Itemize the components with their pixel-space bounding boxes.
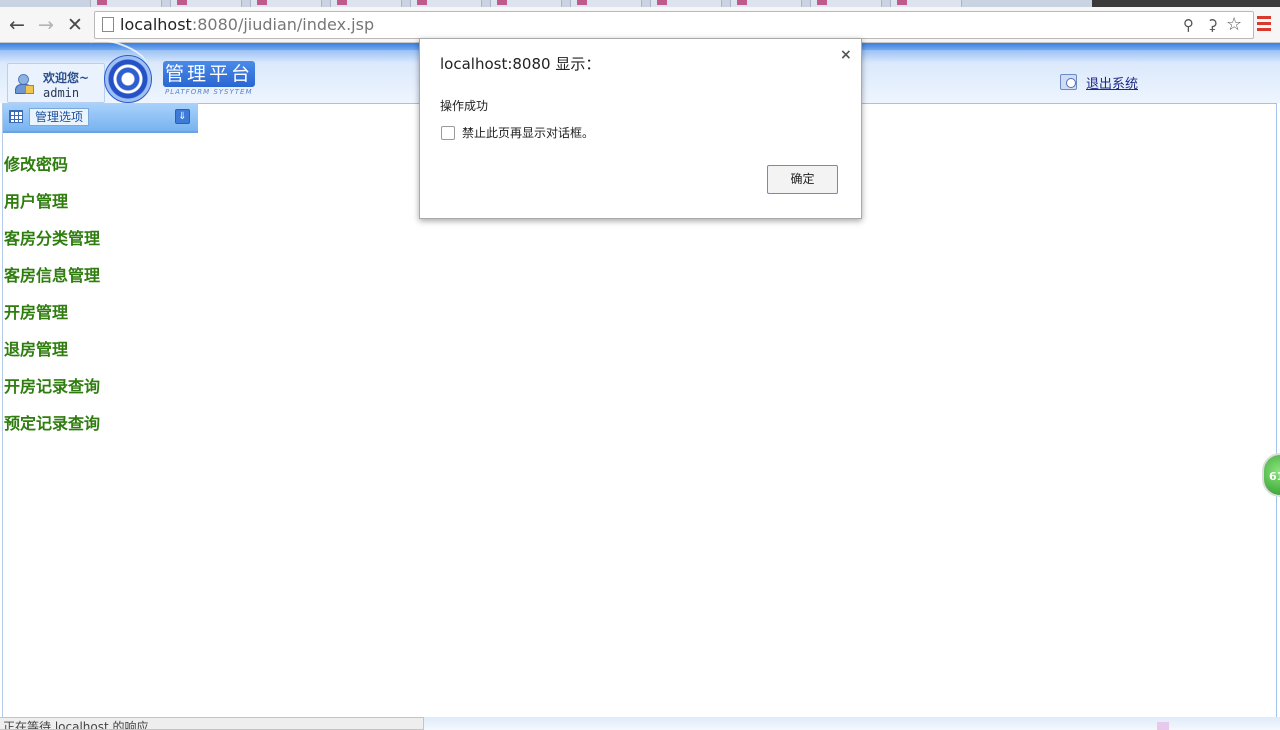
browser-tab[interactable] [250,0,322,7]
welcome-username: admin [43,86,80,100]
logo-subtitle: PLATFORM SYSYTEM [165,88,253,96]
close-icon[interactable]: × [840,47,852,63]
collapse-down-icon[interactable]: ⇓ [175,109,190,124]
forward-arrow-icon[interactable]: → [33,7,59,42]
sidebar-item-change-password[interactable]: 修改密码 [3,146,198,183]
sidebar-item-room-info[interactable]: 客房信息管理 [3,257,198,294]
sidebar-item-room-category[interactable]: 客房分类管理 [3,220,198,257]
logo-icon [104,55,152,103]
dialog-message: 操作成功 [440,99,489,113]
sidebar-item-check-in-records[interactable]: 开房记录查询 [3,368,198,405]
suppress-dialogs-label[interactable]: 禁止此页再显示对话框。 [462,124,594,141]
browser-tab[interactable] [490,0,562,7]
grid-icon [9,110,23,123]
alert-dialog: localhost:8080 显示： × 操作成功 禁止此页再显示对话框。 确定 [419,38,862,219]
zoom-icon[interactable]: ⚲ [1183,12,1194,38]
browser-menu-icon[interactable] [1257,16,1271,32]
logo-title: 管理平台 [163,61,255,87]
decorative-mark [1157,722,1169,730]
tab-strip-background [1092,0,1280,7]
browser-tab[interactable] [170,0,242,7]
ok-button[interactable]: 确定 [767,165,838,194]
logout-link[interactable]: 退出系统 [1086,73,1138,92]
browser-tab-strip [0,0,1280,7]
logout-clock-icon [1060,74,1077,90]
user-icon [14,74,34,94]
back-arrow-icon[interactable]: ← [4,7,30,42]
page-icon [102,17,114,32]
stop-loading-icon[interactable]: ✕ [62,7,88,42]
suppress-dialogs-checkbox[interactable] [441,125,455,140]
browser-tab[interactable] [410,0,482,7]
url-path: :8080/jiudian/index.jsp [191,15,375,34]
browser-tab[interactable] [90,0,162,7]
sidebar-item-user-management[interactable]: 用户管理 [3,183,198,220]
logout-link-group: 退出系统 [1060,73,1138,92]
browser-tab[interactable] [650,0,722,7]
suppress-dialogs-row[interactable]: 禁止此页再显示对话框。 [441,124,594,141]
sidebar-item-reservation-records[interactable]: 预定记录查询 [3,405,198,442]
browser-tab[interactable] [570,0,642,7]
sidebar-item-check-in[interactable]: 开房管理 [3,294,198,331]
url-host: localhost [120,15,192,34]
address-url[interactable]: localhost:8080/jiudian/index.jsp [120,12,374,38]
key-icon[interactable]: ⚳ [1207,12,1218,38]
welcome-text: 欢迎您~ [43,71,90,85]
sidebar-header: 管理选项 ⇓ [3,103,198,133]
bookmark-star-icon[interactable]: ☆ [1226,12,1242,38]
status-bar: 正在等待 localhost 的响应... [0,717,424,730]
dialog-title: localhost:8080 显示： [440,55,601,73]
browser-tab[interactable] [330,0,402,7]
address-bar[interactable]: localhost:8080/jiudian/index.jsp ⚲ ⚳ ☆ [94,11,1254,39]
welcome-box: 欢迎您~ admin [7,63,105,103]
sidebar-title: 管理选项 [29,108,90,126]
browser-tab[interactable] [890,0,962,7]
sidebar-item-check-out[interactable]: 退房管理 [3,331,198,368]
sidebar: 管理选项 ⇓ 修改密码 用户管理 客房分类管理 客房信息管理 开房管理 退房管理… [2,103,199,717]
browser-tab[interactable] [810,0,882,7]
sidebar-menu: 修改密码 用户管理 客房分类管理 客房信息管理 开房管理 退房管理 开房记录查询… [3,146,198,442]
browser-tab[interactable] [730,0,802,7]
